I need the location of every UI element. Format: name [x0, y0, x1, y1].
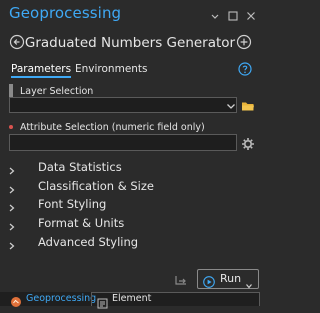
chevron-down-icon[interactable]	[224, 98, 238, 112]
required-indicator	[9, 125, 13, 129]
section-label: Classification & Size	[38, 179, 154, 193]
tab-environments-label: Environments	[75, 63, 148, 75]
plus-circle-icon[interactable]	[236, 34, 252, 50]
pane-title: Geoprocessing	[9, 4, 122, 22]
chevron-right-icon	[8, 198, 16, 212]
tool-header: Graduated Numbers Generator	[0, 30, 260, 56]
section-data-statistics[interactable]: Data Statistics	[0, 158, 260, 176]
run-button[interactable]: Run	[197, 269, 259, 289]
tab-element[interactable]: Element	[91, 292, 260, 309]
chevron-right-icon	[8, 217, 16, 231]
tab-geoprocessing-label: Geoprocessing	[26, 293, 97, 304]
titlebar-controls	[209, 7, 257, 21]
tool-title: Graduated Numbers Generator	[24, 35, 236, 51]
gear-icon[interactable]	[241, 136, 255, 150]
pin-icon[interactable]	[227, 7, 239, 21]
pane-tabs-bar: Geoprocessing Element	[0, 292, 260, 309]
run-label: Run	[220, 272, 242, 285]
chevron-down-icon[interactable]	[209, 7, 221, 19]
tab-parameters[interactable]: Parameters	[11, 63, 72, 78]
chevron-right-icon	[8, 180, 16, 194]
section-label: Format & Units	[38, 216, 125, 230]
tab-element-label: Element	[112, 293, 152, 304]
geoprocessing-pane: Geoprocessing Graduated Numbers Generato…	[0, 0, 260, 309]
open-history-icon[interactable]	[174, 272, 188, 286]
active-tab-underline	[11, 76, 72, 78]
chevron-right-icon	[8, 236, 16, 250]
section-label: Advanced Styling	[38, 235, 139, 249]
close-icon[interactable]	[245, 7, 257, 20]
section-format-units[interactable]: Format & Units	[0, 214, 260, 232]
layer-selection-input[interactable]	[9, 97, 237, 113]
layer-selection-label: Layer Selection	[20, 86, 94, 97]
element-icon	[97, 294, 108, 309]
attribute-selection-label: Attribute Selection (numeric field only)	[20, 122, 205, 133]
folder-icon[interactable]	[241, 98, 255, 112]
chevron-right-icon	[8, 161, 16, 175]
required-indicator	[9, 84, 13, 98]
help-icon[interactable]	[238, 61, 252, 76]
play-icon	[203, 273, 215, 288]
pane-titlebar: Geoprocessing	[0, 0, 260, 26]
geoprocessing-icon	[10, 293, 22, 307]
run-area: Run	[0, 268, 260, 290]
tab-environments[interactable]: Environments	[75, 63, 148, 75]
section-advanced-styling[interactable]: Advanced Styling	[0, 233, 260, 251]
tab-parameters-label: Parameters	[11, 63, 72, 75]
chevron-down-icon[interactable]	[245, 275, 253, 289]
attribute-selection-input[interactable]	[9, 134, 237, 151]
section-label: Font Styling	[38, 197, 107, 211]
section-label: Data Statistics	[38, 160, 122, 174]
section-font-styling[interactable]: Font Styling	[0, 195, 260, 213]
section-classification-size[interactable]: Classification & Size	[0, 177, 260, 195]
tab-geoprocessing[interactable]: Geoprocessing	[6, 292, 96, 307]
tool-tabs: Parameters Environments	[0, 60, 260, 80]
